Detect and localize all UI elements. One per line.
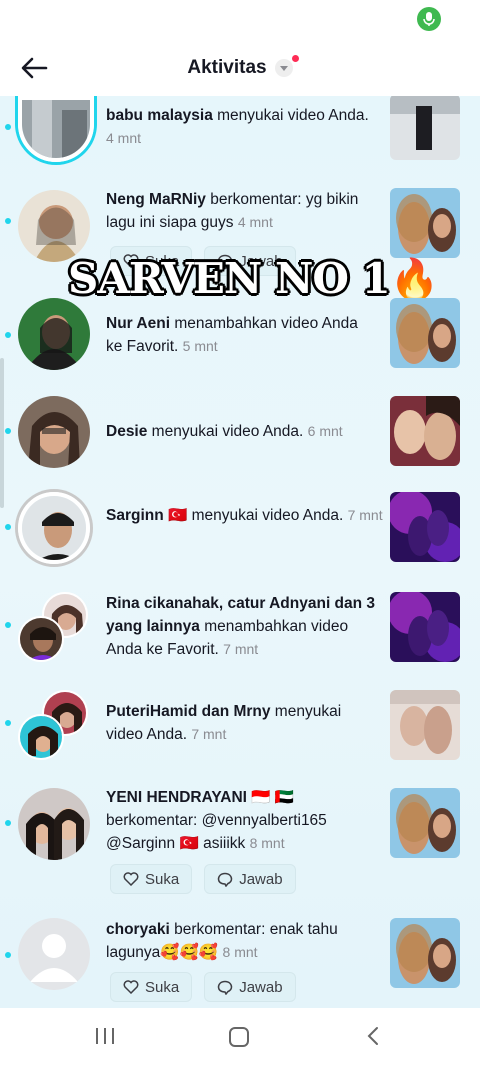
username[interactable]: PuteriHamid dan Mrny [106,703,271,720]
chevron-left-icon [367,1027,378,1045]
video-thumbnail[interactable] [390,690,460,760]
timestamp: 8 mnt [222,944,258,960]
video-thumbnail[interactable] [390,298,460,368]
comment-icon [217,872,233,887]
username[interactable]: YENI HENDRAYANI 🇮🇩 🇦🇪 [106,789,294,806]
home-button[interactable] [228,1026,250,1053]
avatar[interactable] [18,788,90,860]
fire-icon: 🔥 [389,257,440,303]
username[interactable]: choryaki [106,921,170,938]
video-thumbnail[interactable] [390,96,460,160]
unread-dot [5,428,11,434]
recents-icon [96,1028,114,1044]
notification-dot [291,55,299,62]
avatar[interactable] [18,190,90,262]
activity-list[interactable]: babu malaysia menyukai video Anda. 4 mnt… [0,96,480,1008]
timestamp: 7 mnt [191,726,227,742]
mic-icon [417,7,441,31]
avatar [18,714,64,760]
reply-button[interactable]: Jawab [204,864,296,894]
comment-actions: Suka Jawab [110,972,296,1002]
timestamp: 5 mnt [182,338,218,354]
avatar[interactable] [18,96,94,162]
username[interactable]: Nur Aeni [106,315,170,332]
video-thumbnail[interactable] [390,592,460,662]
username[interactable]: babu malaysia [106,107,213,124]
arrow-left-icon [21,57,48,79]
system-nav-bar [0,1008,480,1068]
activity-filter[interactable]: Aktivitas [187,55,299,79]
timestamp: 7 mnt [223,641,259,657]
video-thumbnail[interactable] [390,188,460,258]
timestamp: 7 mnt [347,507,383,523]
avatar[interactable] [18,918,90,990]
overlay-caption: SARVEN NO 1🔥 [68,254,440,303]
reply-button[interactable]: Jawab [204,972,296,1002]
timestamp: 6 mnt [307,423,343,439]
username[interactable]: Desie [106,423,147,440]
unread-dot [5,524,11,530]
status-bar [0,0,480,40]
activity-text: menyukai video Anda. [212,107,369,124]
nav-back-button[interactable] [366,1026,380,1051]
unread-dot [5,622,11,628]
video-thumbnail[interactable] [390,918,460,988]
back-button[interactable] [18,53,50,83]
comment-actions: Suka Jawab [110,864,296,894]
like-button[interactable]: Suka [110,864,193,894]
comment-text: berkomentar: @vennyalberti165 @Sarginn 🇹… [106,812,327,852]
avatar [18,616,64,662]
avatar[interactable] [18,396,90,468]
unread-dot [5,124,11,130]
activity-text: menyukai video Anda. [147,423,304,440]
timestamp: 4 mnt [237,214,273,230]
unread-dot [5,820,11,826]
username[interactable]: Neng MaRNiy [106,191,206,208]
avatar-stack[interactable] [18,592,90,664]
video-thumbnail[interactable] [390,492,460,562]
unread-dot [5,332,11,338]
like-button[interactable]: Suka [110,972,193,1002]
comment-icon [217,980,233,995]
page-title: Aktivitas [187,57,267,78]
username[interactable]: Sarginn 🇹🇷 [106,507,187,524]
unread-dot [5,218,11,224]
avatar[interactable] [18,298,90,370]
header: Aktivitas [0,40,480,96]
heart-icon [123,872,139,886]
heart-icon [123,980,139,994]
avatar[interactable] [18,492,90,564]
avatar-stack[interactable] [18,690,90,762]
video-thumbnail[interactable] [390,396,460,466]
recents-button[interactable] [94,1026,116,1051]
timestamp: 8 mnt [249,835,285,851]
scroll-edge [0,358,4,508]
activity-text: menyukai video Anda. [187,507,344,524]
unread-dot [5,720,11,726]
video-thumbnail[interactable] [390,788,460,858]
unread-dot [5,952,11,958]
timestamp: 4 mnt [106,130,142,146]
home-icon [229,1027,249,1047]
caret-down-icon [274,55,299,77]
